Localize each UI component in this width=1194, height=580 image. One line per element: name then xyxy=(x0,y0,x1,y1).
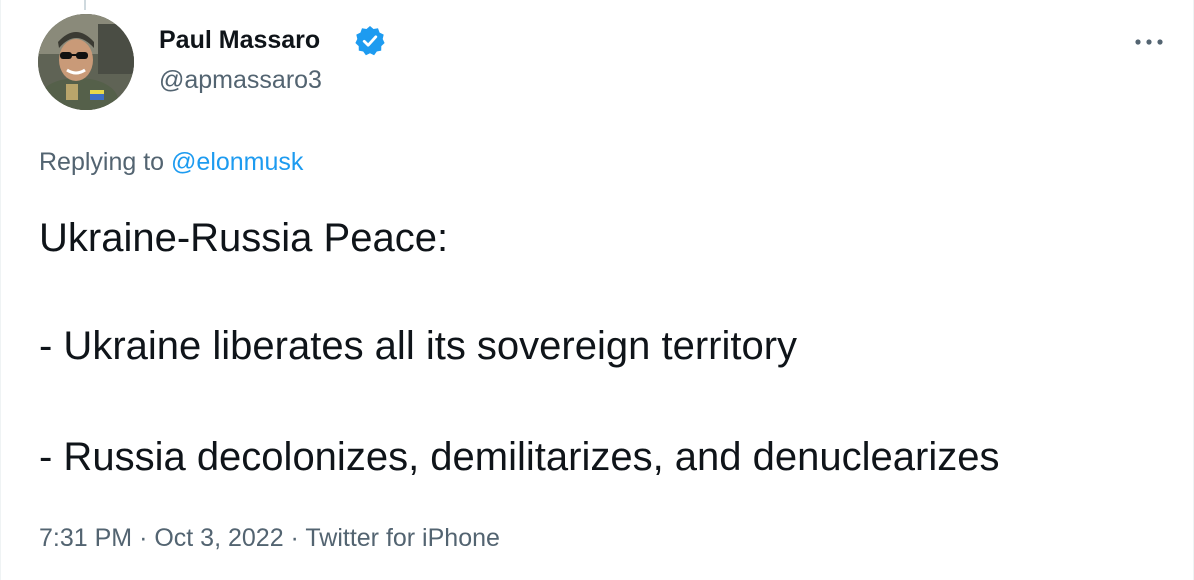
tweet-text-line: - Russia decolonizes, demilitarizes, and… xyxy=(39,435,1000,479)
tweet-text-line: Ukraine-Russia Peace: xyxy=(39,216,449,260)
replying-to-label: Replying to xyxy=(39,148,165,176)
tweet-meta: 7:31 PM · Oct 3, 2022 · Twitter for iPho… xyxy=(39,522,500,554)
more-horizontal-icon xyxy=(1135,39,1163,45)
meta-separator: · xyxy=(139,524,148,552)
tweet-text-line: - Ukraine liberates all its sovereign te… xyxy=(39,324,798,368)
author-name[interactable]: Paul Massaro xyxy=(159,24,320,56)
meta-separator: · xyxy=(290,524,299,552)
more-options-button[interactable] xyxy=(1129,30,1169,54)
tweet-time[interactable]: 7:31 PM xyxy=(39,524,132,552)
verified-badge-icon xyxy=(353,24,387,58)
tweet-card: Paul Massaro @apmassaro3 Replying to @el… xyxy=(0,0,1194,580)
replying-to: Replying to @elonmusk xyxy=(39,146,303,178)
tweet-date[interactable]: Oct 3, 2022 xyxy=(154,524,283,552)
tweet-source[interactable]: Twitter for iPhone xyxy=(305,524,500,552)
reply-mention-link[interactable]: @elonmusk xyxy=(171,148,303,176)
thread-connector-line xyxy=(84,0,86,10)
avatar-photo xyxy=(38,14,134,110)
avatar[interactable] xyxy=(38,14,134,110)
author-handle[interactable]: @apmassaro3 xyxy=(159,64,322,96)
